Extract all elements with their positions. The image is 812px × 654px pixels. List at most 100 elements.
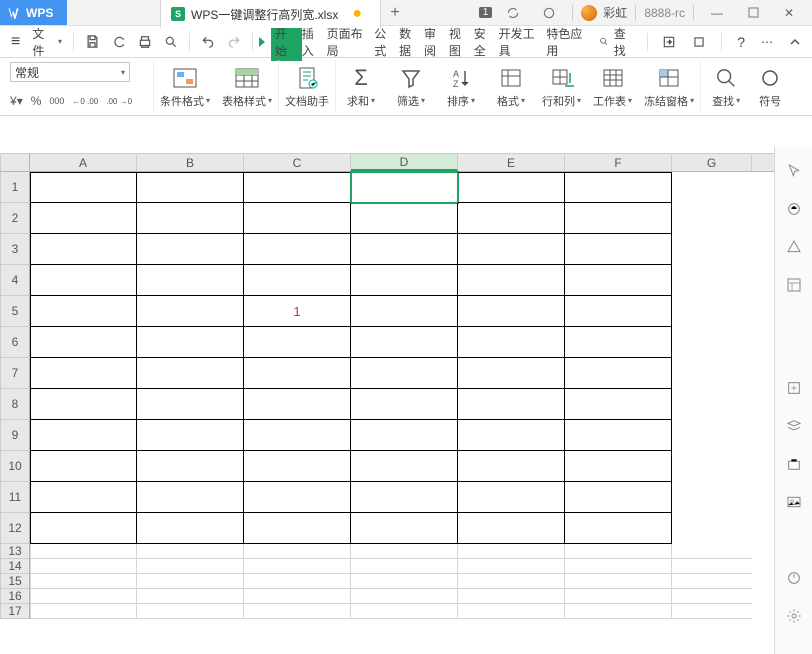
cell[interactable] bbox=[458, 296, 565, 327]
cell[interactable] bbox=[565, 296, 672, 327]
cell[interactable] bbox=[351, 172, 458, 203]
cell[interactable] bbox=[565, 389, 672, 420]
cell[interactable] bbox=[351, 544, 458, 559]
backup-icon[interactable] bbox=[784, 378, 804, 398]
cell[interactable] bbox=[351, 559, 458, 574]
cell[interactable] bbox=[565, 513, 672, 544]
cell[interactable] bbox=[30, 172, 137, 203]
file-tab[interactable]: S WPS一键调整行高列宽.xlsx ● bbox=[160, 0, 381, 28]
tab-formula[interactable]: 公式 bbox=[374, 25, 397, 59]
cell[interactable] bbox=[565, 327, 672, 358]
number-format-select[interactable]: 常规▾ bbox=[10, 62, 130, 82]
toolbox-icon[interactable] bbox=[784, 454, 804, 474]
cell[interactable] bbox=[565, 604, 672, 619]
help-button[interactable]: ? bbox=[732, 32, 750, 52]
cell[interactable] bbox=[458, 513, 565, 544]
cell[interactable] bbox=[672, 559, 752, 574]
cell[interactable] bbox=[244, 234, 351, 265]
app-logo[interactable]: WPS bbox=[0, 0, 67, 25]
freeze-pane-button[interactable]: 冻结窗格▾ bbox=[638, 60, 701, 113]
cell[interactable] bbox=[565, 451, 672, 482]
doc-helper-button[interactable]: 文档助手 bbox=[279, 60, 336, 113]
row-header[interactable]: 4 bbox=[0, 265, 29, 296]
cell[interactable] bbox=[137, 574, 244, 589]
column-header-C[interactable]: C bbox=[244, 154, 351, 171]
cell[interactable] bbox=[458, 420, 565, 451]
tab-data[interactable]: 数据 bbox=[399, 25, 422, 59]
cell[interactable] bbox=[565, 172, 672, 203]
cell[interactable] bbox=[30, 574, 137, 589]
select-all-corner[interactable] bbox=[0, 153, 30, 172]
row-col-button[interactable]: 行和列▾ bbox=[536, 60, 587, 113]
cell[interactable] bbox=[137, 389, 244, 420]
row-header[interactable]: 13 bbox=[0, 544, 29, 559]
cell[interactable] bbox=[672, 544, 752, 559]
cell[interactable] bbox=[137, 203, 244, 234]
layout-icon[interactable] bbox=[784, 275, 804, 295]
cell[interactable] bbox=[672, 513, 752, 544]
cell[interactable] bbox=[565, 482, 672, 513]
cell[interactable] bbox=[672, 172, 752, 203]
row-header[interactable]: 2 bbox=[0, 203, 29, 234]
image-icon[interactable] bbox=[784, 492, 804, 512]
cell[interactable] bbox=[672, 265, 752, 296]
row-header[interactable]: 17 bbox=[0, 604, 29, 619]
cell[interactable] bbox=[30, 234, 137, 265]
column-header-F[interactable]: F bbox=[565, 154, 672, 171]
cell[interactable] bbox=[672, 234, 752, 265]
undo-icon[interactable] bbox=[196, 33, 220, 51]
tab-dev-tools[interactable]: 开发工具 bbox=[499, 25, 545, 59]
cell[interactable] bbox=[30, 265, 137, 296]
cell[interactable] bbox=[565, 574, 672, 589]
cell[interactable] bbox=[351, 574, 458, 589]
settings-icon[interactable] bbox=[687, 33, 711, 51]
cell[interactable]: 1 bbox=[244, 296, 351, 327]
cell[interactable] bbox=[137, 513, 244, 544]
tab-insert[interactable]: 插入 bbox=[302, 25, 325, 59]
symbol-button[interactable]: 符号 bbox=[751, 60, 789, 113]
tab-page-layout[interactable]: 页面布局 bbox=[327, 25, 373, 59]
currency-button[interactable]: ¥▾ bbox=[10, 94, 23, 108]
column-header-E[interactable]: E bbox=[458, 154, 565, 171]
cell[interactable] bbox=[672, 389, 752, 420]
row-header[interactable]: 11 bbox=[0, 482, 29, 513]
conditional-format-button[interactable]: 条件格式▾ bbox=[154, 60, 216, 113]
column-header-A[interactable]: A bbox=[30, 154, 137, 171]
row-header[interactable]: 6 bbox=[0, 327, 29, 358]
cell[interactable] bbox=[458, 265, 565, 296]
cell[interactable] bbox=[137, 559, 244, 574]
cell[interactable] bbox=[351, 589, 458, 604]
cell[interactable] bbox=[565, 203, 672, 234]
cell[interactable] bbox=[244, 451, 351, 482]
cell[interactable] bbox=[30, 296, 137, 327]
cell[interactable] bbox=[565, 234, 672, 265]
cell[interactable] bbox=[458, 574, 565, 589]
row-header[interactable]: 8 bbox=[0, 389, 29, 420]
cell[interactable] bbox=[672, 589, 752, 604]
cell[interactable] bbox=[244, 358, 351, 389]
cell[interactable] bbox=[137, 482, 244, 513]
cell[interactable] bbox=[351, 203, 458, 234]
cell[interactable] bbox=[351, 389, 458, 420]
cell[interactable] bbox=[244, 203, 351, 234]
tab-security[interactable]: 安全 bbox=[474, 25, 497, 59]
file-menu[interactable]: 文件 ▾ bbox=[27, 23, 67, 61]
cell[interactable] bbox=[244, 327, 351, 358]
cell[interactable] bbox=[30, 451, 137, 482]
cell[interactable] bbox=[458, 327, 565, 358]
cell[interactable] bbox=[30, 389, 137, 420]
worksheet-button[interactable]: 工作表▾ bbox=[587, 60, 638, 113]
cell[interactable] bbox=[565, 420, 672, 451]
cell[interactable] bbox=[244, 544, 351, 559]
cell[interactable] bbox=[30, 559, 137, 574]
new-tab-button[interactable]: + bbox=[381, 0, 409, 27]
cell[interactable] bbox=[565, 358, 672, 389]
cell[interactable] bbox=[458, 389, 565, 420]
cell[interactable] bbox=[351, 451, 458, 482]
cell[interactable] bbox=[672, 358, 752, 389]
percent-button[interactable]: % bbox=[31, 94, 42, 108]
cell[interactable] bbox=[458, 358, 565, 389]
cell[interactable] bbox=[458, 482, 565, 513]
hamburger-menu[interactable]: ≡ bbox=[6, 31, 25, 53]
row-header[interactable]: 15 bbox=[0, 574, 29, 589]
